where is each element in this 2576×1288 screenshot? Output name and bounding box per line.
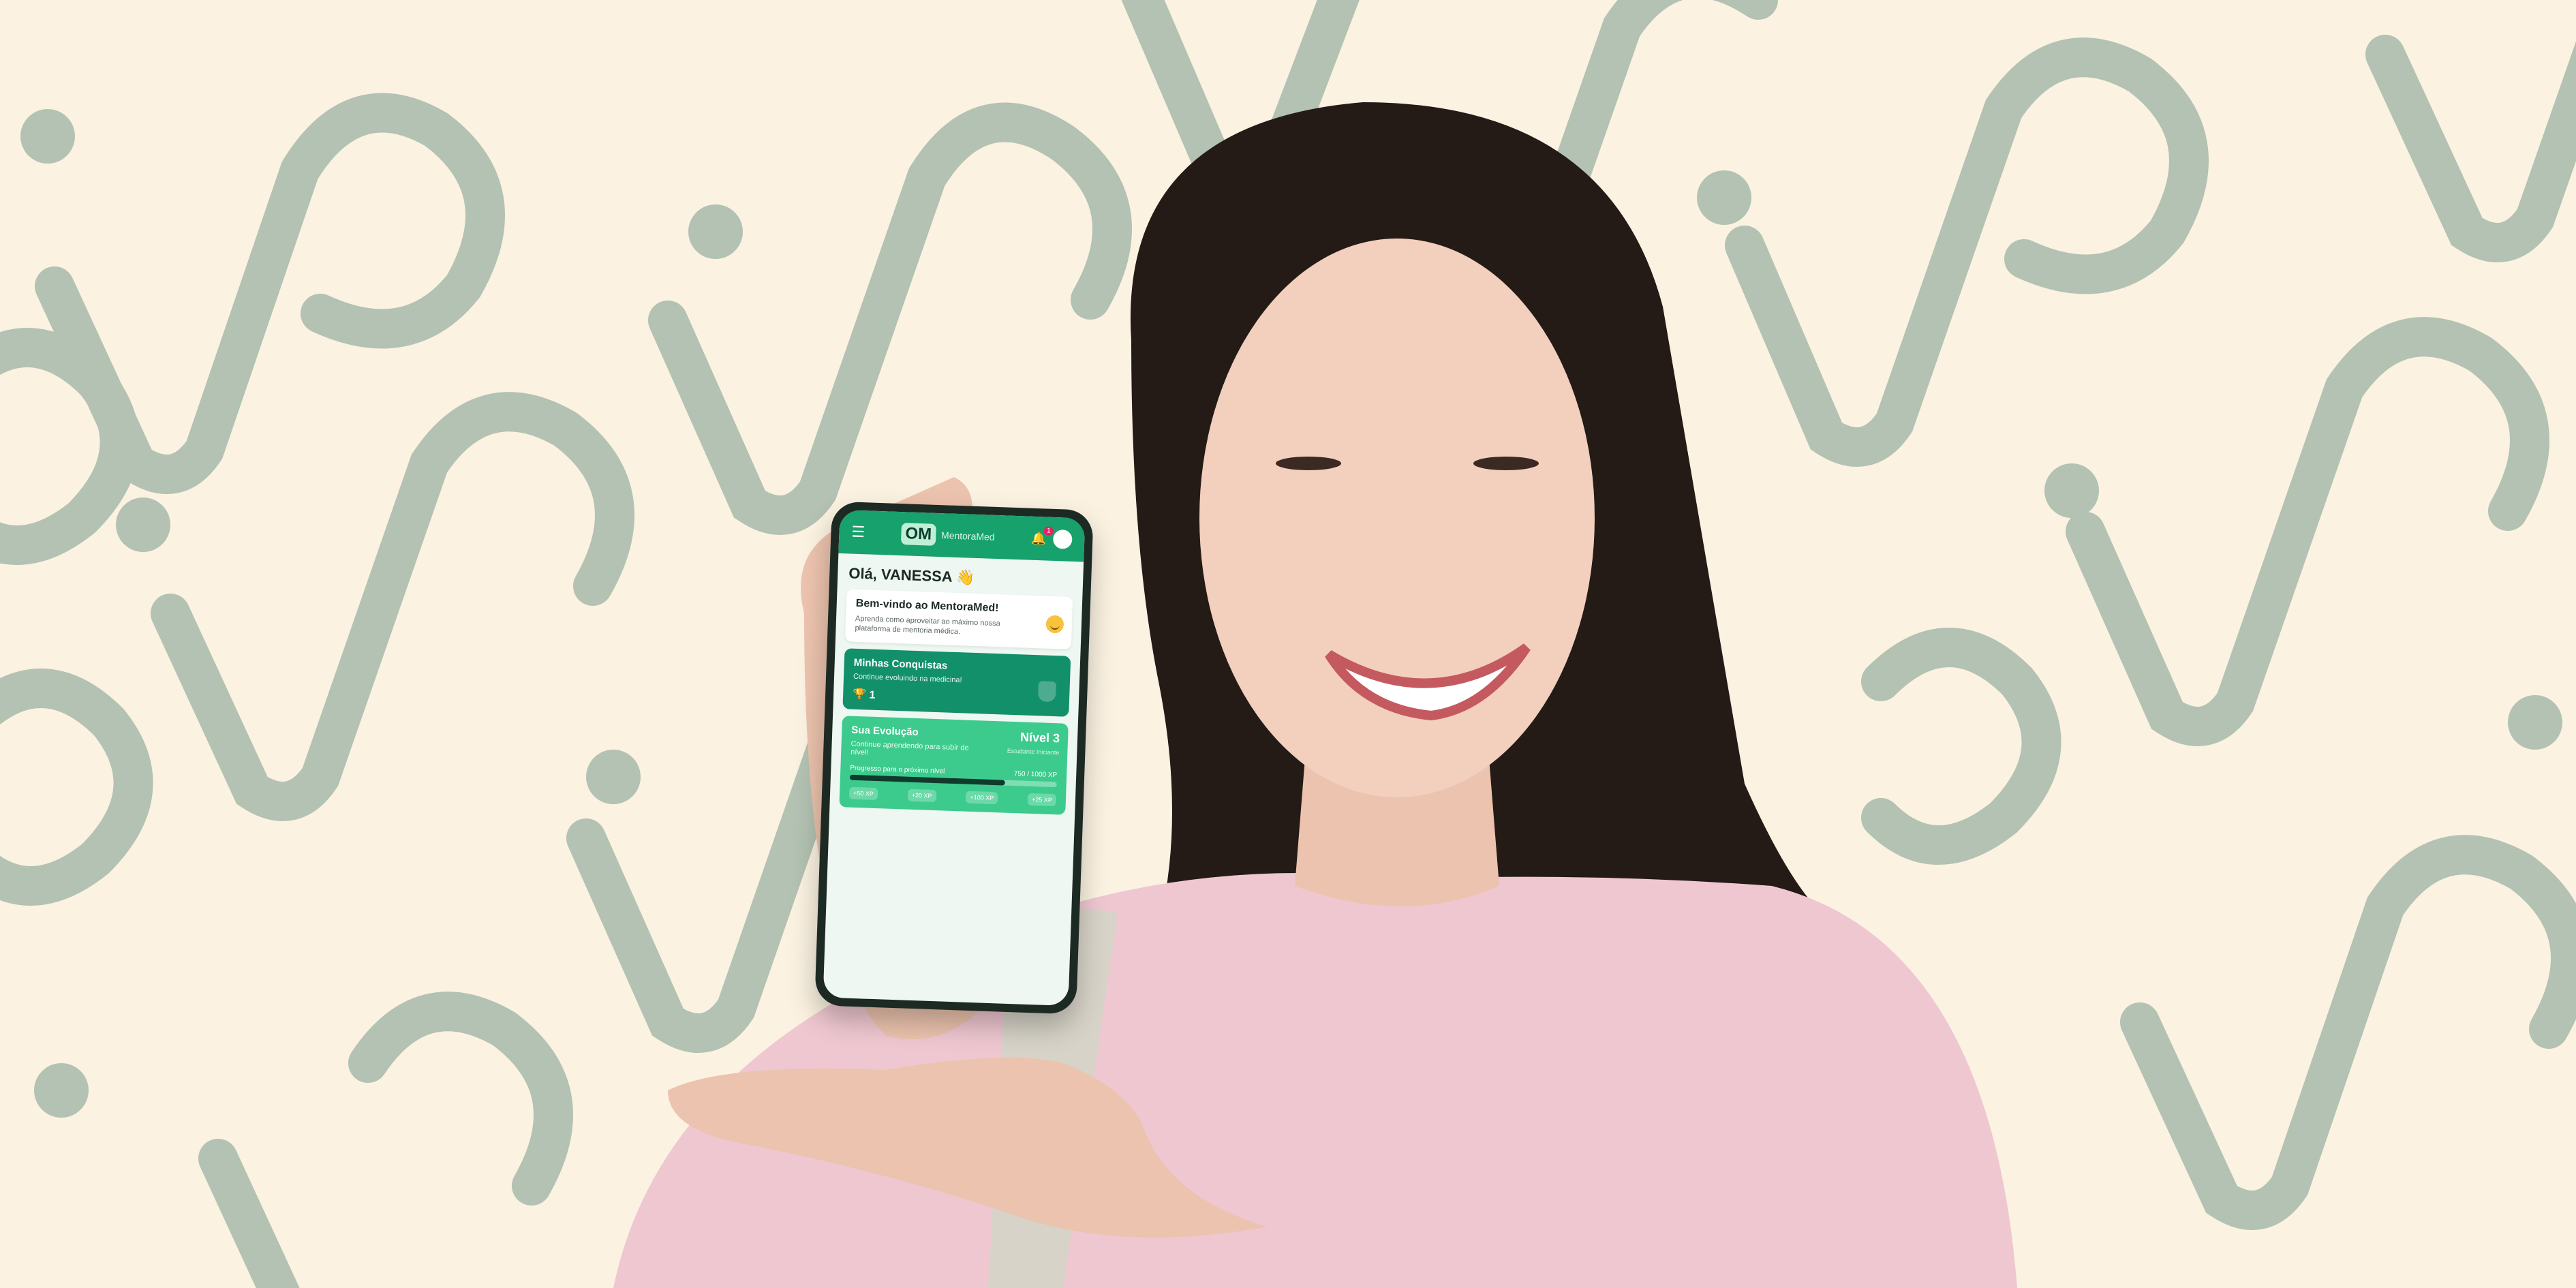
trophy-icon [1037,680,1057,702]
hamburger-menu-icon[interactable]: ☰ [851,523,865,541]
face [1199,239,1595,797]
app-logo-text: MentoraMed [940,530,995,542]
notification-badge: 1 [1043,525,1054,536]
right-eye [1473,457,1539,470]
level-label: Nível 3 [1019,729,1060,745]
xp-chip: +100 XP [966,791,998,804]
avatar[interactable] [1052,529,1073,549]
progress-label: Progresso para o próximo nível [850,764,945,776]
welcome-card[interactable]: Bem-vindo ao MentoraMed! Aprenda como ap… [844,589,1073,649]
app-logo: OM MentoraMed [900,523,995,548]
smiley-icon [1045,615,1064,634]
xp-items: +50 XP +20 XP +100 XP +25 XP [848,786,1057,806]
achievements-card[interactable]: Minhas Conquistas Continue evoluindo na … [842,647,1071,717]
app-logo-mark: OM [900,523,936,546]
xp-chip: +25 XP [1027,793,1057,806]
level-caption: Estudante Iniciante [1007,747,1060,756]
greeting: Olá, VANESSA 👋 [848,564,975,586]
left-eye [1276,457,1341,470]
achievements-count: 🏆 1 [852,688,876,701]
evolution-card[interactable]: Sua Evolução Continue aprendendo para su… [839,715,1069,815]
welcome-title: Bem-vindo ao MentoraMed! [855,597,999,615]
smartphone: ☰ OM MentoraMed 🔔 1 Olá, VANESSA 👋 Bem-v… [814,501,1094,1015]
evolution-subtitle: Continue aprendendo para subir de nível! [850,739,969,757]
xp-chip: +50 XP [848,786,878,800]
achievements-subtitle: Continue evoluindo na medicina! [853,672,962,684]
woman-figure [613,102,2017,1288]
phone-screen: ☰ OM MentoraMed 🔔 1 Olá, VANESSA 👋 Bem-v… [823,509,1086,1007]
achievements-title: Minhas Conquistas [853,656,948,672]
welcome-text: Aprenda como aproveitar ao máximo nossa … [855,614,1000,637]
app-content: Olá, VANESSA 👋 Bem-vindo ao MentoraMed! … [829,553,1084,829]
bell-icon[interactable]: 🔔 1 [1031,525,1054,546]
xp-chip: +20 XP [907,788,936,802]
background-scene [0,0,2576,1288]
progress-value: 750 / 1000 XP [1013,769,1058,779]
